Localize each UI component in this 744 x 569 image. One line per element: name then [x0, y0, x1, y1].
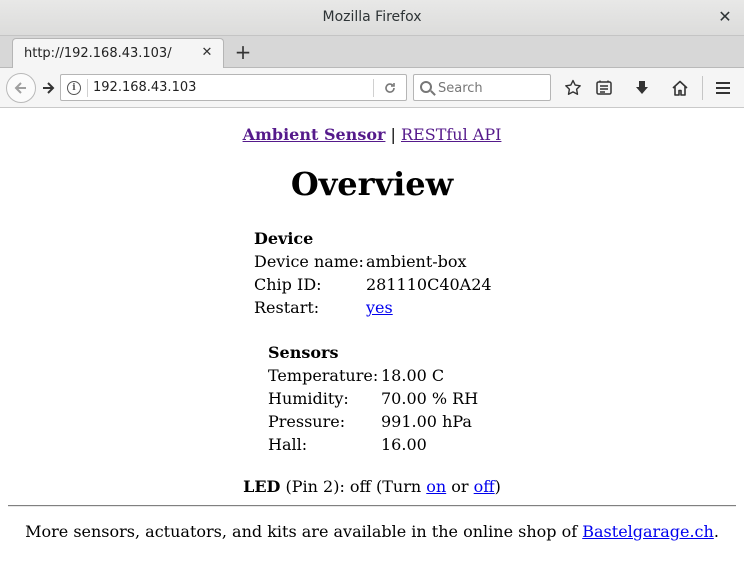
humidity-label: Humidity:: [268, 389, 349, 408]
forward-icon[interactable]: [37, 77, 59, 99]
restful-api-link[interactable]: RESTful API: [401, 125, 501, 144]
table-row: Humidity: 70.00 % RH: [268, 389, 478, 412]
led-or-text: or: [451, 477, 469, 496]
temperature-label: Temperature:: [268, 366, 379, 385]
url-divider: [373, 79, 374, 97]
page-title: Overview: [290, 165, 454, 203]
chip-id-value: 281110C40A24: [366, 275, 492, 294]
page-content: Ambient Sensor | RESTful API Overview De…: [0, 109, 744, 569]
humidity-value: 70.00 % RH: [381, 389, 479, 408]
url-text[interactable]: 192.168.43.103: [93, 80, 196, 95]
reload-icon[interactable]: [381, 79, 399, 97]
toolbar-separator: [702, 76, 703, 100]
horizontal-rule: [8, 505, 736, 507]
led-label: LED: [243, 477, 281, 496]
pressure-label: Pressure:: [268, 412, 346, 431]
device-name-label: Device name:: [254, 252, 364, 271]
chip-id-label: Chip ID:: [254, 275, 322, 294]
table-row: Chip ID: 281110C40A24: [254, 275, 492, 298]
device-section-title: Device: [254, 229, 314, 248]
hall-value: 16.00: [381, 435, 427, 454]
table-row: Pressure: 991.00 hPa: [268, 412, 478, 435]
window-title: Mozilla Firefox: [322, 9, 422, 25]
led-off-link[interactable]: off: [474, 477, 495, 496]
temperature-value: 18.00 C: [381, 366, 445, 385]
hamburger-menu-icon[interactable]: [711, 76, 735, 100]
sensors-section-title: Sensors: [268, 343, 339, 362]
navigation-toolbar: i 192.168.43.103: [0, 68, 744, 108]
footer-trailing: .: [713, 522, 719, 541]
footer-text: More sensors, actuators, and kits are av…: [25, 522, 578, 541]
table-row: Temperature: 18.00 C: [268, 366, 478, 389]
led-on-link[interactable]: on: [426, 477, 446, 496]
tab-active[interactable]: http://192.168.43.103/ ✕: [12, 38, 224, 68]
sensors-table: Sensors Temperature: 18.00 C Humidity: 7…: [268, 343, 478, 458]
window-titlebar: Mozilla Firefox ✕: [0, 0, 744, 36]
led-close-paren: ): [494, 477, 501, 496]
table-row: Hall: 16.00: [268, 435, 478, 458]
device-table: Device Device name: ambient-box Chip ID:…: [254, 229, 492, 321]
back-forward-group: [6, 73, 60, 103]
back-icon[interactable]: [6, 73, 36, 103]
search-bar[interactable]: [413, 74, 551, 101]
nav-separator: |: [390, 125, 396, 144]
restart-label: Restart:: [254, 298, 320, 317]
tab-strip: http://192.168.43.103/ ✕ +: [0, 36, 744, 68]
info-icon[interactable]: i: [67, 81, 81, 95]
top-navigation: Ambient Sensor | RESTful API: [0, 125, 744, 144]
url-bar[interactable]: i 192.168.43.103: [60, 74, 407, 101]
tab-title: http://192.168.43.103/: [24, 46, 172, 61]
led-status-line: LED (Pin 2): off (Turn on or off): [0, 477, 744, 496]
table-row: Restart: yes: [254, 298, 492, 321]
new-tab-icon[interactable]: +: [232, 40, 254, 64]
bookmark-star-icon[interactable]: [561, 76, 585, 100]
url-separator: [87, 79, 88, 97]
window-close-icon[interactable]: ✕: [716, 8, 734, 26]
home-icon[interactable]: [668, 76, 692, 100]
hall-label: Hall:: [268, 435, 308, 454]
table-row: Device name: ambient-box: [254, 252, 492, 275]
library-icon[interactable]: [592, 76, 616, 100]
search-icon: [420, 81, 432, 93]
ambient-sensor-link[interactable]: Ambient Sensor: [243, 125, 386, 144]
tab-close-icon[interactable]: ✕: [199, 45, 215, 61]
shop-link[interactable]: Bastelgarage.ch: [582, 522, 714, 541]
pressure-value: 991.00 hPa: [381, 412, 472, 431]
search-input[interactable]: [438, 78, 546, 98]
device-name-value: ambient-box: [366, 252, 467, 271]
download-icon[interactable]: [630, 76, 654, 100]
footer: More sensors, actuators, and kits are av…: [0, 522, 744, 541]
led-status-text: (Pin 2): off (Turn: [285, 477, 422, 496]
restart-link[interactable]: yes: [366, 298, 393, 317]
